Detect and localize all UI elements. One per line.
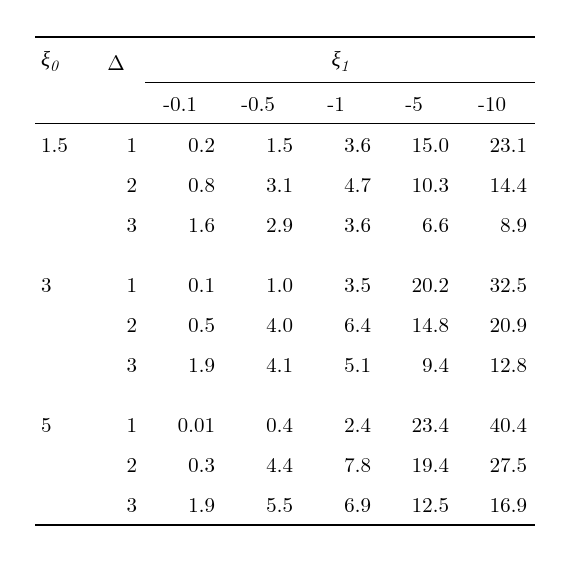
value-cell: 16.9 <box>457 484 535 525</box>
value-cell: 19.4 <box>379 444 457 484</box>
value-cell: 27.5 <box>457 444 535 484</box>
value-cell: 4.0 <box>223 304 301 344</box>
table-row: 20.34.47.819.427.5 <box>35 444 535 484</box>
value-cell: 14.8 <box>379 304 457 344</box>
value-cell: 6.6 <box>379 204 457 244</box>
xi0-cell <box>35 304 95 344</box>
spacer-row <box>35 384 535 404</box>
value-cell: 0.8 <box>145 164 223 204</box>
table-row: 510.010.42.423.440.4 <box>35 404 535 444</box>
xi0-cell: 1.5 <box>35 123 95 164</box>
value-cell: 10.3 <box>379 164 457 204</box>
delta-cell: 1 <box>95 123 145 164</box>
value-cell: 20.2 <box>379 264 457 304</box>
value-cell: 1.9 <box>145 344 223 384</box>
value-cell: 14.4 <box>457 164 535 204</box>
xi1-header: ξ1 <box>331 43 348 73</box>
col-header: -0.5 <box>223 83 301 124</box>
xi0-cell <box>35 444 95 484</box>
value-cell: 9.4 <box>379 344 457 384</box>
delta-cell: 3 <box>95 484 145 525</box>
value-cell: 1.6 <box>145 204 223 244</box>
value-cell: 3.5 <box>301 264 379 304</box>
value-cell: 1.9 <box>145 484 223 525</box>
value-cell: 1.5 <box>223 123 301 164</box>
value-cell: 4.7 <box>301 164 379 204</box>
value-cell: 15.0 <box>379 123 457 164</box>
xi0-cell <box>35 204 95 244</box>
delta-cell: 2 <box>95 164 145 204</box>
spacer-row <box>35 244 535 264</box>
delta-cell: 1 <box>95 404 145 444</box>
col-header: -5 <box>379 83 457 124</box>
xi0-cell: 3 <box>35 264 95 304</box>
value-cell: 7.8 <box>301 444 379 484</box>
value-cell: 8.9 <box>457 204 535 244</box>
value-cell: 0.1 <box>145 264 223 304</box>
value-cell: 6.4 <box>301 304 379 344</box>
delta-header: Δ <box>107 47 125 77</box>
table-row: 1.510.21.53.615.023.1 <box>35 123 535 164</box>
data-table: ξ0 Δ ξ1 -0.1 -0.5 -1 -5 -10 1.510.21.53.… <box>35 36 535 525</box>
value-cell: 23.1 <box>457 123 535 164</box>
delta-cell: 2 <box>95 444 145 484</box>
value-cell: 3.6 <box>301 123 379 164</box>
value-cell: 3.6 <box>301 204 379 244</box>
value-cell: 6.9 <box>301 484 379 525</box>
value-cell: 3.1 <box>223 164 301 204</box>
value-cell: 1.0 <box>223 264 301 304</box>
value-cell: 32.5 <box>457 264 535 304</box>
table-row: 31.95.56.912.516.9 <box>35 484 535 525</box>
value-cell: 20.9 <box>457 304 535 344</box>
value-cell: 0.3 <box>145 444 223 484</box>
value-cell: 12.8 <box>457 344 535 384</box>
table-row: 310.11.03.520.232.5 <box>35 264 535 304</box>
table-row: 20.83.14.710.314.4 <box>35 164 535 204</box>
value-cell: 2.4 <box>301 404 379 444</box>
delta-cell: 1 <box>95 264 145 304</box>
col-header: -0.1 <box>145 83 223 124</box>
xi0-header: ξ0 <box>41 43 58 73</box>
value-cell: 4.4 <box>223 444 301 484</box>
value-cell: 4.1 <box>223 344 301 384</box>
value-cell: 23.4 <box>379 404 457 444</box>
value-cell: 0.01 <box>145 404 223 444</box>
delta-cell: 2 <box>95 304 145 344</box>
value-cell: 0.2 <box>145 123 223 164</box>
delta-cell: 3 <box>95 204 145 244</box>
col-header: -10 <box>457 83 535 124</box>
xi0-cell: 5 <box>35 404 95 444</box>
value-cell: 12.5 <box>379 484 457 525</box>
value-cell: 5.5 <box>223 484 301 525</box>
value-cell: 2.9 <box>223 204 301 244</box>
value-cell: 40.4 <box>457 404 535 444</box>
col-header: -1 <box>301 83 379 124</box>
table-row: 31.94.15.19.412.8 <box>35 344 535 384</box>
value-cell: 0.5 <box>145 304 223 344</box>
xi0-cell <box>35 164 95 204</box>
table-container: ξ0 Δ ξ1 -0.1 -0.5 -1 -5 -10 1.510.21.53.… <box>35 36 535 525</box>
value-cell: 0.4 <box>223 404 301 444</box>
delta-cell: 3 <box>95 344 145 384</box>
table-row: 31.62.93.66.68.9 <box>35 204 535 244</box>
value-cell: 5.1 <box>301 344 379 384</box>
xi0-cell <box>35 484 95 525</box>
table-row: 20.54.06.414.820.9 <box>35 304 535 344</box>
xi0-cell <box>35 344 95 384</box>
